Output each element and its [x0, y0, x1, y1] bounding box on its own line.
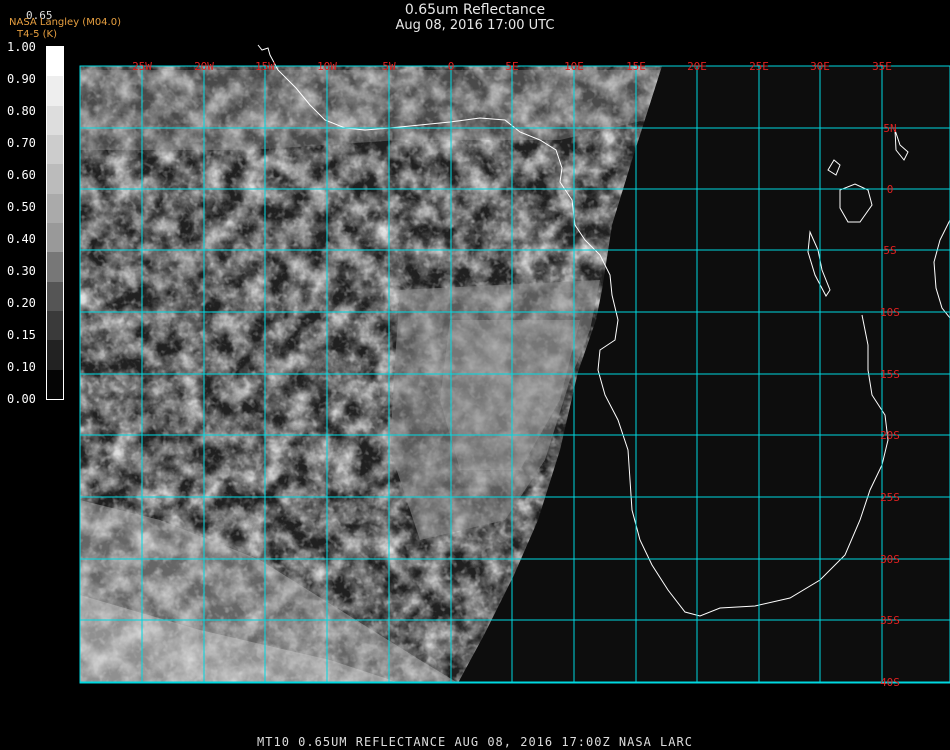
colorbar-label: 0.10 [7, 360, 36, 374]
colorbar-segment [47, 193, 63, 224]
longitude-label: 5W [382, 60, 396, 73]
footer-caption: MT10 0.65UM REFLECTANCE AUG 08, 2016 17:… [257, 735, 693, 749]
colorbar-segment [47, 76, 63, 107]
colorbar-segment [47, 369, 63, 400]
org-line-1: NASA Langley (M04.0) [9, 17, 121, 28]
colorbar-segment [47, 164, 63, 195]
latitude-label: 40S [880, 676, 900, 689]
map-title: 0.65um Reflectance [404, 2, 546, 18]
longitude-label: 5E [505, 60, 518, 73]
colorbar-label: 0.80 [7, 104, 36, 118]
colorbar-segment [47, 135, 63, 165]
product-source: NASA Langley (M04.0) T4-5 (K) [9, 17, 121, 41]
longitude-label: 15W [255, 60, 275, 73]
longitude-label: 25W [132, 60, 152, 73]
latitude-label: 35S [880, 614, 900, 627]
longitude-label: 30E [810, 60, 830, 73]
latitude-label: 10S [880, 306, 900, 319]
latitude-label: 30S [880, 553, 900, 566]
longitude-label: 25E [749, 60, 769, 73]
colorbar-label: 1.00 [7, 40, 36, 54]
colorbar-label: 0.90 [7, 72, 36, 86]
latitude-label: 15S [880, 368, 900, 381]
map-subtitle: Aug 08, 2016 17:00 UTC [395, 18, 555, 33]
longitude-label: 10E [564, 60, 584, 73]
colorbar-segment [47, 105, 63, 136]
latitude-label: 5N [883, 122, 896, 135]
colorbar-label: 0.40 [7, 232, 36, 246]
longitude-label: 35E [872, 60, 892, 73]
colorbar-label: 0.50 [7, 200, 36, 214]
colorbar-label: 0.00 [7, 392, 36, 406]
colorbar-segment [47, 47, 63, 77]
latitude-label: 20S [880, 429, 900, 442]
latitude-label: 0 [887, 183, 894, 196]
latitude-label: 25S [880, 491, 900, 504]
colorbar-label: 0.70 [7, 136, 36, 150]
colorbar-segment [47, 340, 63, 371]
satellite-map: 25W 20W 15W 10W 5W 0 5E 10E 15E 20E 25E 30E 35E 5N 0 5… [79, 44, 950, 689]
colorbar-segment [47, 223, 63, 253]
longitude-label: 20E [687, 60, 707, 73]
colorbar-label: 0.20 [7, 296, 36, 310]
colorbar-segment [47, 311, 63, 341]
colorbar-segment [47, 252, 63, 283]
colorbar-label: 0.15 [7, 328, 36, 342]
colorbar-segment [47, 281, 63, 312]
colorbar-label: 0.30 [7, 264, 36, 278]
latitude-label: 5S [883, 244, 896, 257]
longitude-label: 10W [317, 60, 337, 73]
longitude-label: 0 [448, 60, 455, 73]
colorbar [46, 46, 64, 400]
longitude-label: 20W [194, 60, 214, 73]
longitude-label: 15E [626, 60, 646, 73]
colorbar-label: 0.60 [7, 168, 36, 182]
